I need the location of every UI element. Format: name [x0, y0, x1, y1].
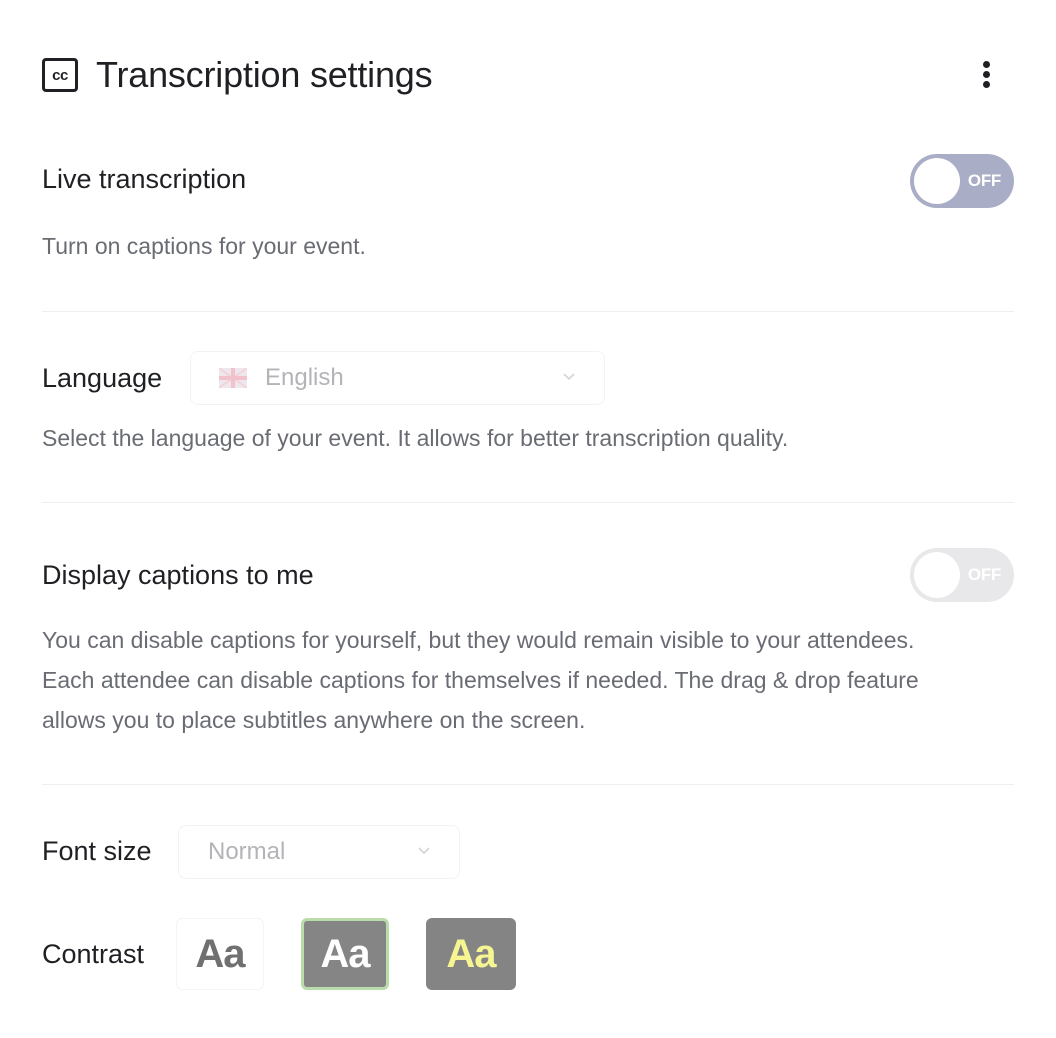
display-captions-toggle[interactable]: OFF [910, 548, 1014, 602]
contrast-option-yellow[interactable]: Aa [426, 918, 516, 990]
toggle-state-text: OFF [967, 171, 1001, 190]
display-captions-description-line-3: allows you to place subtitles anywhere o… [42, 707, 586, 733]
toggle-state-text: OFF [967, 565, 1001, 584]
more-vertical-icon-dot [982, 80, 990, 88]
contrast-option-dark-selected[interactable]: Aa [301, 918, 389, 990]
display-captions-description-line-2: Each attendee can disable captions for t… [42, 667, 919, 693]
live-transcription-label: Live transcription [42, 164, 247, 194]
contrast-label: Contrast [42, 939, 145, 969]
uk-flag-icon [219, 368, 247, 388]
language-label: Language [42, 363, 163, 393]
display-captions-description-line-1: You can disable captions for yourself, b… [42, 627, 915, 653]
closed-captions-icon: cc [42, 58, 78, 92]
section-divider [42, 784, 1014, 785]
font-size-label: Font size [42, 836, 152, 866]
transcription-settings-panel: cc Transcription settings Live transcrip… [0, 0, 1056, 1038]
toggle-knob [914, 158, 960, 204]
toggle-knob [914, 552, 960, 598]
live-transcription-description: Turn on captions for your event. [42, 233, 366, 259]
section-divider [42, 311, 1014, 312]
more-vertical-icon [982, 60, 990, 68]
font-size-select-value: Normal [208, 838, 286, 865]
more-vertical-icon-dot [982, 70, 990, 78]
more-options-button[interactable] [974, 56, 998, 92]
panel-title: Transcription settings [96, 54, 433, 95]
language-select[interactable]: English [190, 351, 605, 405]
chevron-down-icon [563, 373, 575, 381]
panel-header: cc Transcription settings [42, 50, 1014, 100]
chevron-down-icon [418, 847, 430, 855]
font-size-select[interactable]: Normal [178, 825, 460, 879]
language-select-value: English [265, 364, 344, 391]
live-transcription-toggle[interactable]: OFF [910, 154, 1014, 208]
display-captions-label: Display captions to me [42, 560, 314, 590]
language-description: Select the language of your event. It al… [42, 425, 789, 451]
section-divider [42, 502, 1014, 503]
contrast-option-light[interactable]: Aa [176, 918, 264, 990]
